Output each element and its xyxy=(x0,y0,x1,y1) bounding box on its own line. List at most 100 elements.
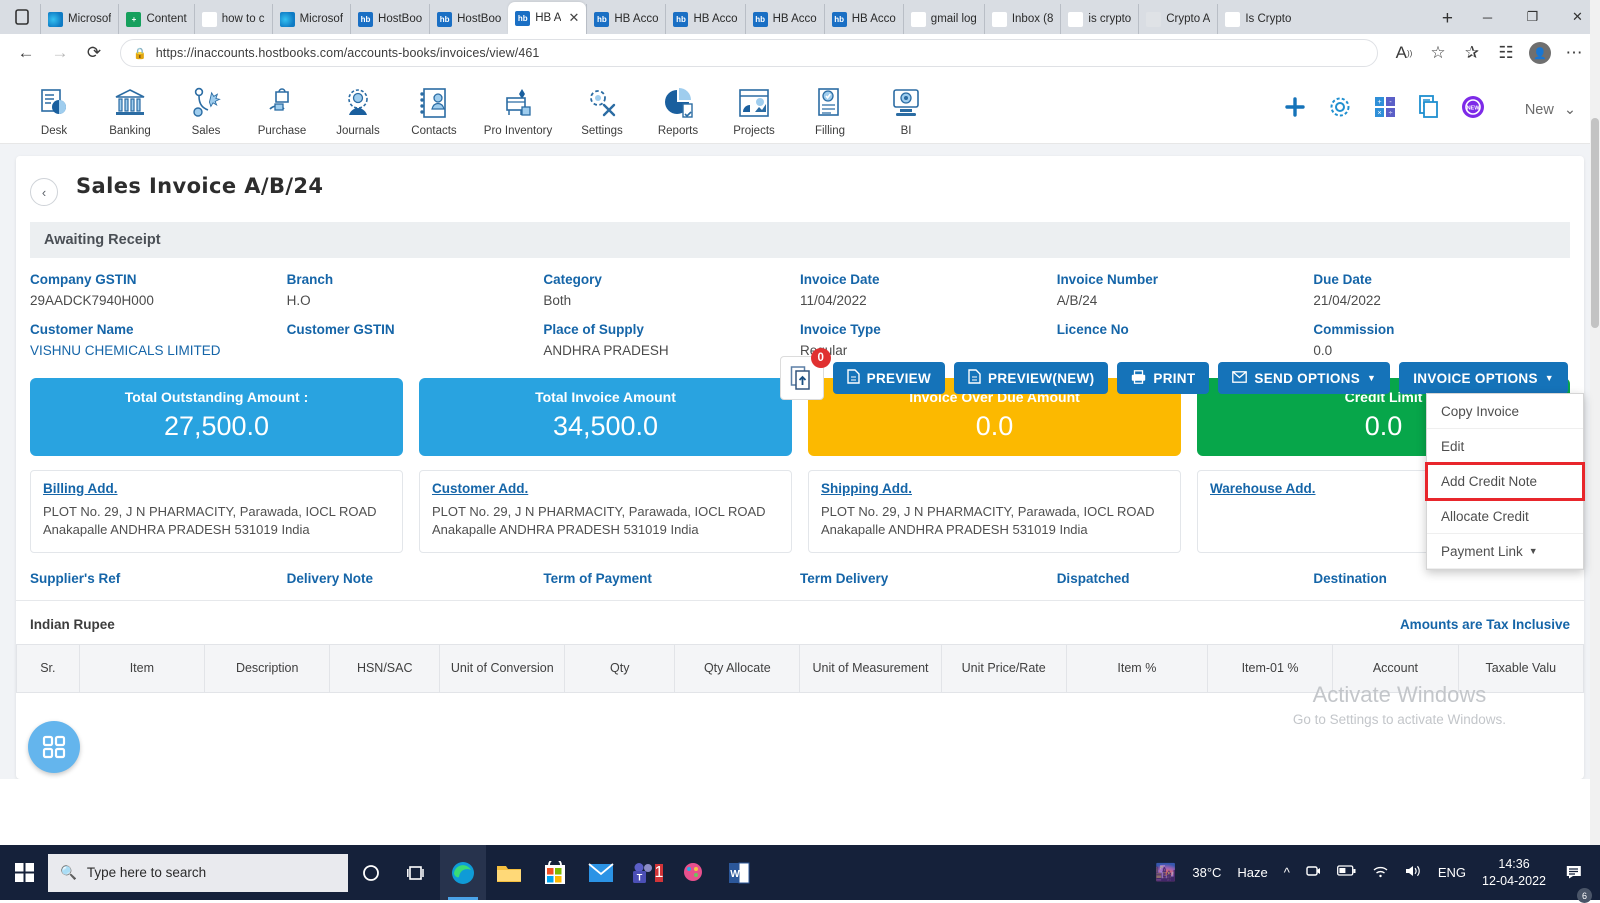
scrollbar-thumb[interactable] xyxy=(1591,118,1599,328)
browser-tab[interactable]: Microsof xyxy=(272,4,350,34)
favorites-icon[interactable]: ✰ xyxy=(1456,37,1488,69)
search-icon: 🔍 xyxy=(60,865,77,881)
browser-tab[interactable]: hbHB Acco xyxy=(586,4,665,34)
dropdown-item-payment-link[interactable]: Payment Link▼ xyxy=(1427,534,1583,569)
windows-start-icon[interactable] xyxy=(0,845,48,900)
task-view-icon[interactable] xyxy=(394,845,440,900)
field-customer-name: Customer NameVISHNU CHEMICALS LIMITED xyxy=(30,322,287,358)
browser-tab[interactable]: hbHB Acco xyxy=(824,4,903,34)
dropdown-item-add-credit-note[interactable]: Add Credit Note xyxy=(1427,464,1583,499)
browser-tab[interactable]: bhow to c xyxy=(194,4,272,34)
microsoft-store-icon[interactable] xyxy=(532,845,578,900)
nav-module-projects[interactable]: Projects xyxy=(716,83,792,137)
nav-module-sales[interactable]: Sales xyxy=(168,83,244,137)
action-buttons: PREVIEW PREVIEW(NEW) PRINT SEND OPTIONS▼ INV… xyxy=(833,362,1568,394)
tab-close-icon[interactable]: ✕ xyxy=(568,10,579,26)
gear-icon[interactable] xyxy=(1328,95,1352,125)
more-options-icon[interactable]: ⋯ xyxy=(1558,37,1590,69)
browser-tab[interactable]: hbHostBoo xyxy=(350,4,429,34)
preview-button[interactable]: PREVIEW xyxy=(833,362,945,394)
apps-fab-button[interactable] xyxy=(28,721,80,773)
nav-module-contacts[interactable]: Contacts xyxy=(396,83,472,137)
browser-tab[interactable]: Crypto A xyxy=(1138,4,1217,34)
nav-module-journals[interactable]: Journals xyxy=(320,83,396,137)
browser-tab[interactable]: +Content xyxy=(118,4,193,34)
address-bar[interactable]: 🔒 https://inaccounts.hostbooks.com/accou… xyxy=(120,39,1378,67)
nav-module-filling[interactable]: Filling xyxy=(792,83,868,137)
language-indicator[interactable]: ENG xyxy=(1438,865,1466,880)
address-title[interactable]: Customer Add. xyxy=(432,481,779,496)
profile-avatar-icon[interactable]: 👤 xyxy=(1524,37,1556,69)
browser-tab[interactable]: hbHB Acco xyxy=(665,4,744,34)
notes-icon[interactable] xyxy=(1418,95,1439,124)
page-scrollbar[interactable] xyxy=(1590,0,1600,845)
new-badge-icon[interactable]: NEW xyxy=(1461,95,1485,125)
paint-icon[interactable] xyxy=(670,845,716,900)
field-branch: BranchH.O xyxy=(287,272,544,308)
new-dropdown[interactable]: New ⌄ xyxy=(1525,102,1576,118)
collections-icon[interactable]: ☷ xyxy=(1490,37,1522,69)
tab-title: HB Acco xyxy=(852,13,896,25)
volume-icon[interactable] xyxy=(1405,864,1422,881)
camera-icon[interactable] xyxy=(1306,864,1321,881)
cortana-icon[interactable] xyxy=(348,845,394,900)
taskbar-search[interactable]: 🔍 Type here to search xyxy=(48,854,348,892)
word-icon[interactable]: W xyxy=(716,845,762,900)
send-options-button[interactable]: SEND OPTIONS▼ xyxy=(1218,362,1390,394)
browser-tab[interactable]: Microsof xyxy=(40,4,118,34)
nav-module-label: BI xyxy=(901,125,912,137)
clock[interactable]: 14:36 12-04-2022 xyxy=(1482,856,1546,890)
maximize-button[interactable]: ❐ xyxy=(1510,0,1555,34)
window-controls: ─ ❐ ✕ xyxy=(1465,0,1600,34)
browser-tab[interactable]: bis crypto xyxy=(1060,4,1138,34)
back-arrow-icon[interactable]: ← xyxy=(10,37,42,69)
field-value[interactable]: VISHNU CHEMICALS LIMITED xyxy=(30,343,277,358)
browser-tab[interactable]: hbHB Acco xyxy=(745,4,824,34)
nav-module-bi[interactable]: BI xyxy=(868,83,944,137)
add-icon[interactable] xyxy=(1284,96,1306,124)
preview-new-button[interactable]: PREVIEW(NEW) xyxy=(954,362,1108,394)
minimize-button[interactable]: ─ xyxy=(1465,0,1510,34)
nav-module-purchase[interactable]: Purchase xyxy=(244,83,320,137)
browser-tab[interactable]: hbHB A✕ xyxy=(508,2,586,34)
kpi-label: Total Outstanding Amount : xyxy=(30,389,403,405)
edge-browser-icon[interactable] xyxy=(440,845,486,900)
star-icon[interactable]: ☆ xyxy=(1422,37,1454,69)
battery-icon[interactable] xyxy=(1337,865,1356,880)
chevron-up-icon[interactable]: ^ xyxy=(1284,865,1290,880)
nav-module-reports[interactable]: Reports xyxy=(640,83,716,137)
address-title[interactable]: Shipping Add. xyxy=(821,481,1168,496)
print-button[interactable]: PRINT xyxy=(1117,362,1209,394)
wifi-icon[interactable] xyxy=(1372,865,1389,881)
reload-icon[interactable]: ⟳ xyxy=(78,37,110,69)
svg-text:÷: ÷ xyxy=(1388,110,1392,117)
hostbooks-icon: hb xyxy=(673,12,688,27)
notification-icon[interactable]: 6 xyxy=(1562,845,1588,900)
table-header-row: Sr.ItemDescriptionHSN/SACUnit of Convers… xyxy=(17,644,1584,692)
forward-arrow-icon[interactable]: → xyxy=(44,37,76,69)
line-items-table: Sr.ItemDescriptionHSN/SACUnit of Convers… xyxy=(16,644,1584,693)
field-label: Customer GSTIN xyxy=(287,322,534,337)
dropdown-item-edit[interactable]: Edit xyxy=(1427,429,1583,464)
tab-actions-menu[interactable] xyxy=(4,0,40,34)
read-aloud-icon[interactable]: A)) xyxy=(1388,37,1420,69)
dropdown-item-copy-invoice[interactable]: Copy Invoice xyxy=(1427,394,1583,429)
browser-tab[interactable]: ≣Is Crypto xyxy=(1217,4,1298,34)
file-explorer-icon[interactable] xyxy=(486,845,532,900)
browser-tab[interactable]: hbHostBoo xyxy=(429,4,508,34)
dropdown-item-allocate-credit[interactable]: Allocate Credit xyxy=(1427,499,1583,534)
upload-document-button[interactable]: 0 xyxy=(780,356,824,400)
browser-tab[interactable]: MInbox (8 xyxy=(984,4,1061,34)
nav-module-pro-inventory[interactable]: Pro Inventory xyxy=(472,83,564,137)
nav-module-settings[interactable]: Settings xyxy=(564,83,640,137)
nav-module-desk[interactable]: Desk xyxy=(16,83,92,137)
browser-tab[interactable]: bgmail log xyxy=(903,4,984,34)
invoice-options-button[interactable]: INVOICE OPTIONS▼ xyxy=(1399,362,1568,394)
teams-icon[interactable]: T 1 xyxy=(624,845,670,900)
address-title[interactable]: Billing Add. xyxy=(43,481,390,496)
nav-module-banking[interactable]: Banking xyxy=(92,83,168,137)
new-tab-button[interactable]: + xyxy=(1430,4,1465,34)
back-button[interactable]: ‹ xyxy=(30,178,58,206)
mail-icon[interactable] xyxy=(578,845,624,900)
calculator-icon[interactable]: +-×÷ xyxy=(1374,96,1396,124)
